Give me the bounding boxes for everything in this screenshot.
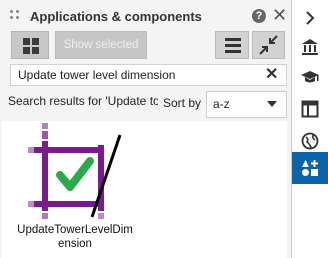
- show-selected-button[interactable]: Show selected: [55, 31, 147, 59]
- close-icon[interactable]: ✕: [272, 6, 287, 24]
- collapse-arrows-icon: [259, 35, 278, 55]
- globe-icon: [301, 132, 319, 150]
- panel-header: Applications & components ? ✕: [0, 0, 291, 32]
- chevron-right-icon: [306, 11, 315, 25]
- rail-learn-button[interactable]: [292, 62, 328, 92]
- sort-value: a-z: [213, 97, 230, 111]
- search-results-label: Search results for 'Update to: [8, 94, 158, 108]
- component-name: UpdateTowerLevelDimension: [17, 224, 133, 250]
- rail-layout-button[interactable]: [292, 94, 328, 124]
- list-menu-button[interactable]: [215, 31, 249, 59]
- rail-components-button[interactable]: [292, 152, 328, 184]
- clear-search-icon[interactable]: ✕: [265, 64, 278, 86]
- chevron-down-icon: [267, 101, 277, 107]
- graduation-cap-icon: [301, 71, 319, 83]
- search-input[interactable]: Update tower level dimension: [10, 64, 287, 86]
- results-list: UpdateTowerLevelDimension: [2, 121, 287, 258]
- layout-icon: [301, 100, 319, 118]
- add-components-icon: [302, 160, 318, 176]
- bank-icon: [302, 39, 318, 55]
- drag-handle-icon[interactable]: [10, 10, 22, 22]
- sort-by-label: Sort by: [163, 96, 202, 110]
- panel-title: Applications & components: [30, 9, 202, 24]
- rail-bank-button[interactable]: [292, 32, 328, 62]
- help-icon[interactable]: ?: [252, 9, 266, 23]
- rail-chevron-button[interactable]: [292, 3, 328, 33]
- side-rail: [292, 0, 328, 258]
- tower-level-check-icon: [28, 123, 122, 219]
- component-tile[interactable]: UpdateTowerLevelDimension: [12, 121, 142, 258]
- collapse-button[interactable]: [252, 31, 285, 59]
- applications-panel: Applications & components ? ✕ Show selec…: [0, 0, 292, 258]
- grid-view-button[interactable]: [11, 31, 49, 59]
